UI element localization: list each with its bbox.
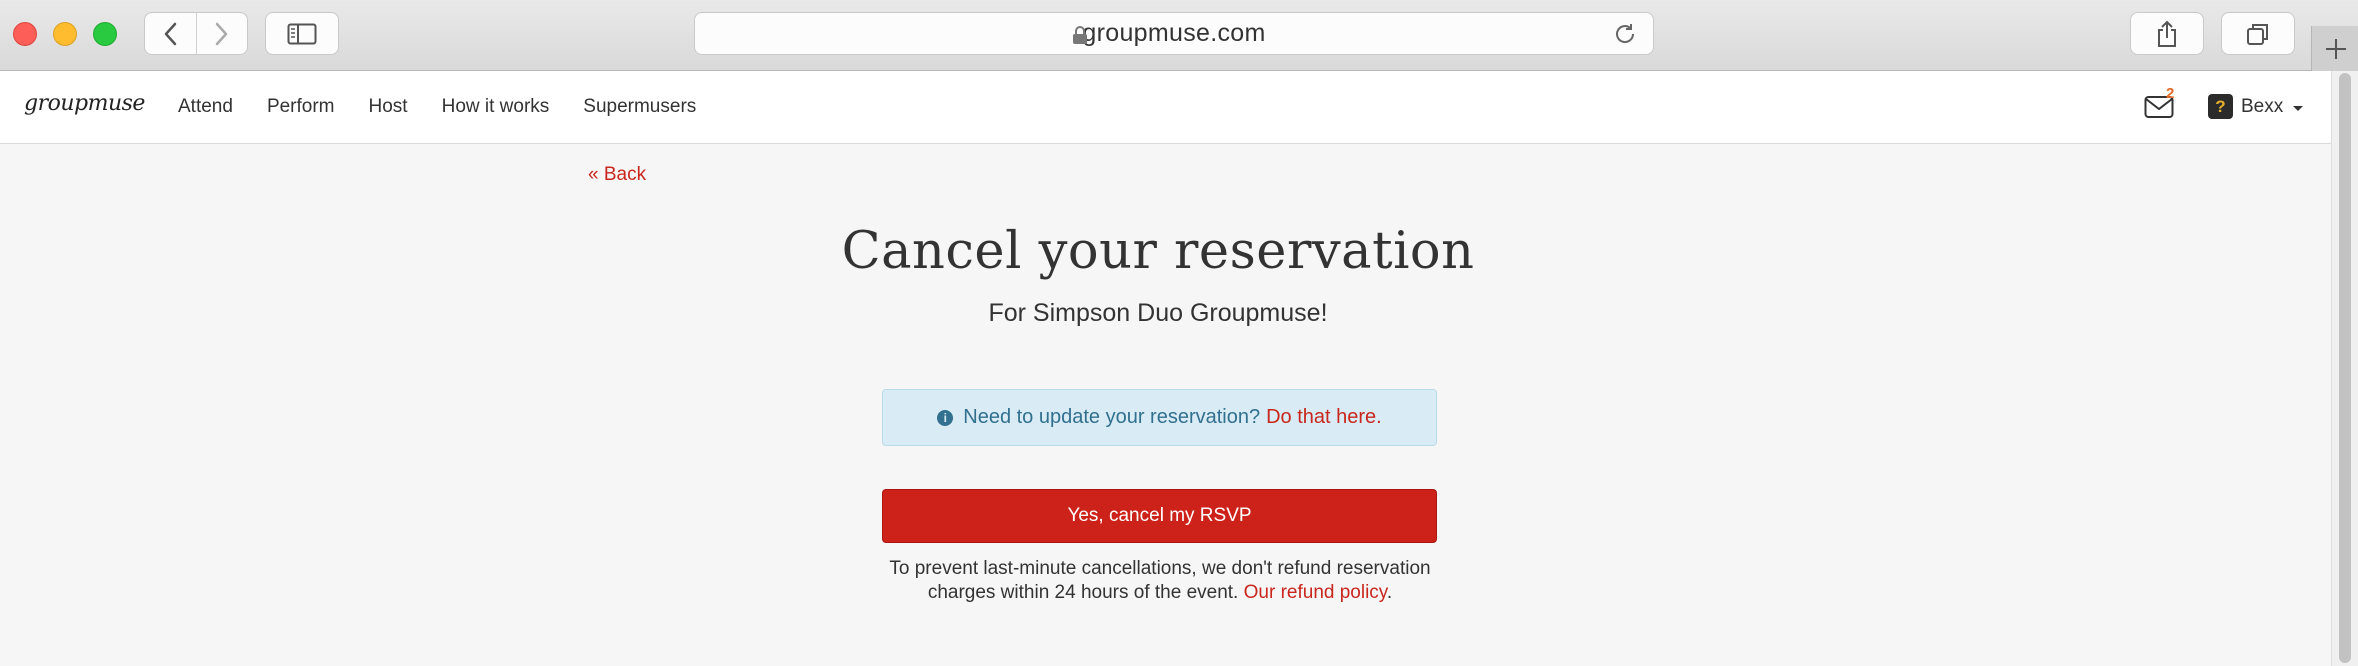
nav-host[interactable]: Host [369, 96, 408, 118]
site-header: groupmuse Attend Perform Host How it wor… [0, 71, 2331, 144]
sidebar-toggle-button[interactable] [265, 12, 339, 55]
cancel-rsvp-button[interactable]: Yes, cancel my RSVP [882, 489, 1437, 543]
page-title: Cancel your reservation [841, 222, 1475, 281]
browser-toolbar: groupmuse.com [0, 0, 2358, 71]
page-subtitle: For Simpson Duo Groupmuse! [988, 299, 1328, 327]
refund-note: To prevent last-minute cancellations, we… [870, 557, 1450, 605]
scrollbar-thumb[interactable] [2339, 73, 2351, 663]
page-scrollbar[interactable] [2331, 71, 2358, 666]
plus-icon [2325, 38, 2346, 59]
minimize-window-button[interactable] [53, 22, 77, 46]
history-nav [144, 12, 248, 55]
avatar: ? [2208, 94, 2233, 119]
url-text: groupmuse.com [1082, 19, 1266, 47]
address-bar[interactable]: groupmuse.com [694, 12, 1654, 55]
info-alert: i Need to update your reservation? Do th… [882, 389, 1437, 446]
username: Bexx [2241, 95, 2284, 117]
back-link[interactable]: « Back [588, 164, 646, 186]
lock-icon [1073, 26, 1087, 44]
user-menu[interactable]: ? Bexx [2208, 94, 2304, 119]
nav-supermusers[interactable]: Supermusers [583, 96, 696, 118]
show-tabs-button[interactable] [2221, 12, 2295, 55]
nav-attend[interactable]: Attend [178, 96, 233, 118]
mail-badge: 2 [2166, 85, 2175, 102]
close-window-button[interactable] [13, 22, 37, 46]
refund-note-end: . [1386, 582, 1393, 603]
messages-button[interactable]: 2 [2144, 85, 2176, 120]
sidebar-icon [287, 23, 317, 44]
nav-how-it-works[interactable]: How it works [442, 96, 550, 118]
forward-arrow-icon [215, 22, 227, 45]
main-nav: Attend Perform Host How it works Supermu… [178, 71, 696, 143]
zoom-window-button[interactable] [93, 22, 117, 46]
groupmuse-logo[interactable]: groupmuse [24, 91, 145, 116]
reload-icon[interactable] [1613, 22, 1637, 46]
back-arrow-icon [165, 22, 177, 45]
share-icon [2158, 20, 2176, 47]
forward-button[interactable] [195, 13, 248, 54]
refund-policy-link[interactable]: Our refund policy [1244, 582, 1387, 603]
update-reservation-link[interactable]: Do that here. [1266, 406, 1382, 429]
back-button[interactable] [145, 13, 196, 54]
nav-perform[interactable]: Perform [267, 96, 335, 118]
caret-down-icon [2293, 105, 2304, 111]
new-tab-button[interactable] [2311, 26, 2358, 71]
share-button[interactable] [2130, 12, 2204, 55]
tabs-icon [2247, 23, 2268, 45]
alert-text: Need to update your reservation? [963, 406, 1261, 428]
info-icon: i [937, 409, 954, 426]
